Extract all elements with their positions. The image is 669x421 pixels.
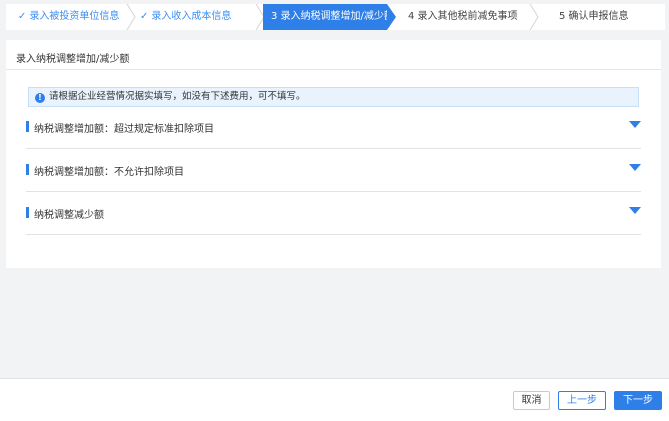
step-progress-bar: ✓ 录入被投资单位信息 ✓ 录入收入成本信息 3 录入纳税调整增加/减少额 4 录入… — [6, 4, 665, 30]
section-label: 纳税调整增加额：超过规定标准扣除项目 — [34, 124, 214, 135]
app-window: ✓ 录入被投资单位信息 ✓ 录入收入成本信息 3 录入纳税调整增加/减少额 4 录入… — [0, 0, 669, 421]
section-marker — [26, 121, 29, 132]
step-3-label: 3 录入纳税调整增加/减少额 — [271, 11, 387, 22]
chevron-separator-icon — [387, 4, 396, 30]
caret-down-icon[interactable] — [629, 164, 641, 171]
form-panel: 录入纳税调整增加/减少额 ! 请根据企业经营情况据实填写，如没有下述费用，可不填写… — [6, 40, 661, 268]
step-3-current[interactable]: 3 录入纳税调整增加/减少额 — [263, 4, 387, 30]
step-5[interactable]: 5 确认申报信息 — [559, 4, 659, 30]
section-marker — [26, 164, 29, 175]
chevron-separator-icon — [529, 4, 539, 30]
caret-down-icon[interactable] — [629, 207, 641, 214]
check-icon: ✓ — [140, 11, 149, 22]
step-4[interactable]: 4 录入其他税前减免事项 — [408, 4, 538, 30]
section-over-limit-deductions[interactable]: 纳税调整增加额：超过规定标准扣除项目 — [26, 107, 641, 149]
previous-step-button[interactable]: 上一步 — [558, 391, 606, 410]
next-step-button[interactable]: 下一步 — [614, 391, 662, 410]
section-label: 纳税调整减少额 — [34, 210, 104, 221]
step-2[interactable]: ✓ 录入收入成本信息 — [140, 4, 256, 30]
footer-bar: 取消 上一步 下一步 — [0, 378, 669, 421]
step-5-label: 5 确认申报信息 — [559, 11, 629, 22]
info-notice: ! 请根据企业经营情况据实填写，如没有下述费用，可不填写。 — [28, 87, 639, 107]
section-label: 纳税调整增加额：不允许扣除项目 — [34, 167, 184, 178]
check-icon: ✓ — [18, 11, 27, 22]
chevron-separator-icon — [126, 4, 136, 30]
panel-title: 录入纳税调整增加/减少额 — [16, 54, 130, 65]
cancel-button[interactable]: 取消 — [513, 391, 550, 410]
info-icon: ! — [35, 93, 45, 103]
notice-text: 请根据企业经营情况据实填写，如没有下述费用，可不填写。 — [49, 91, 306, 102]
step-4-label: 4 录入其他税前减免事项 — [408, 11, 518, 22]
step-1-label: 录入被投资单位信息 — [29, 11, 120, 22]
step-2-label: 录入收入成本信息 — [151, 11, 232, 22]
section-tax-adjustment-decrease[interactable]: 纳税调整减少额 — [26, 193, 641, 235]
caret-down-icon[interactable] — [629, 121, 641, 128]
section-non-deductible-items[interactable]: 纳税调整增加额：不允许扣除项目 — [26, 150, 641, 192]
step-1[interactable]: ✓ 录入被投资单位信息 — [18, 4, 128, 30]
section-marker — [26, 207, 29, 218]
divider — [6, 69, 661, 70]
